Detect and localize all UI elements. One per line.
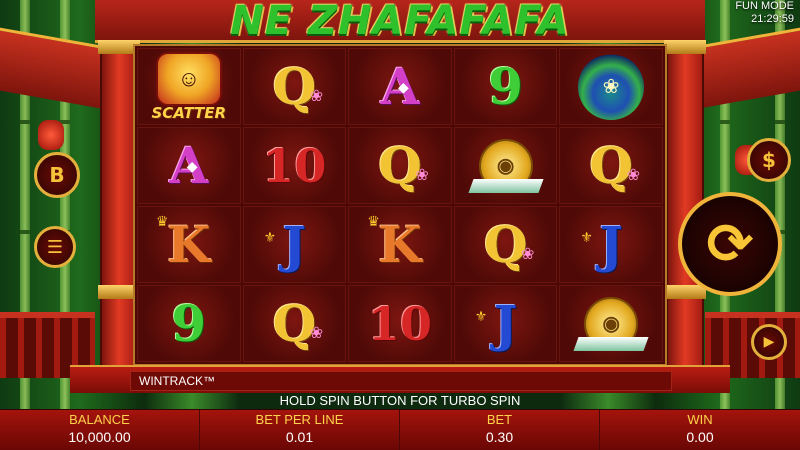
fun-mode-label: FUN MODE (735, 0, 794, 12)
spin-arrows-icon: ⟳ (706, 211, 754, 277)
game-title: NE ZHAFAFAFA (230, 0, 570, 44)
reel-cell: J ⚜ (559, 206, 663, 283)
balance-value: 10,000.00 (68, 429, 131, 445)
win-label: WIN (687, 412, 713, 427)
reel-cell: 9 (453, 48, 558, 125)
reel-cell: K ♛ (348, 206, 452, 283)
scatter-label: SCATTER (151, 103, 227, 122)
crown-icon: ♛ (156, 213, 169, 229)
wintrack-bar: WINTRACK™ (70, 365, 730, 393)
clock: 21:29:59 (751, 13, 794, 25)
symbol-j: J (493, 293, 518, 353)
reel-cell: ☺ SCATTER (137, 48, 241, 125)
wintrack-label: WINTRACK™ (139, 374, 215, 388)
reel-grid: ☺ SCATTER Q ❀ A ◆ 9 ❀ A ◆ 10 Q ❀ ◉ Q ❀ K ♛ J ⚜ K ♛ Q ❀ J ⚜ 9 Q ❀ 10 J ⚜… (133, 44, 667, 366)
win-value: 0.00 (686, 429, 714, 445)
reel-cell: 10 (242, 127, 347, 204)
status-display: FUN MODE 21:29:59 (735, 0, 794, 26)
pillar-cap (664, 285, 706, 299)
peacock-icon: ❀ (578, 53, 645, 120)
diamond-icon: ◆ (186, 158, 198, 174)
autoplay-button[interactable]: ▶ (751, 324, 787, 360)
reel-cell: Q ❀ (242, 285, 347, 362)
bet-per-line-stat[interactable]: BET PER LINE 0.01 (200, 410, 400, 450)
reel-cell: Q ❀ (559, 127, 663, 204)
symbol-10: 10 (367, 296, 432, 351)
reel-cell: A ◆ (348, 48, 452, 125)
balance-stat: BALANCE 10,000.00 (0, 410, 200, 450)
jade-base-icon (573, 337, 649, 351)
symbol-9: 9 (488, 56, 523, 116)
bottom-stats-bar: BALANCE 10,000.00 BET PER LINE 0.01 BET … (0, 409, 800, 450)
reel-cell: ◉ (559, 285, 663, 362)
bet-value: 0.30 (485, 429, 514, 445)
balance-label: BALANCE (69, 412, 130, 427)
reel-cell: Q ❀ (242, 48, 347, 125)
bet-stat[interactable]: BET 0.30 (400, 410, 600, 450)
reel-cell: J ⚜ (453, 285, 558, 362)
fleur-de-lis-icon: ⚜ (474, 308, 488, 324)
reel-cell: 10 (348, 285, 452, 362)
menu-button[interactable]: ☰ (34, 226, 76, 268)
lotus-icon: ❀ (626, 167, 640, 184)
symbol-j: J (282, 214, 307, 274)
lion-dance-icon: ☺ (155, 51, 222, 106)
turbo-spin-hint: HOLD SPIN BUTTON FOR TURBO SPIN (279, 393, 521, 408)
crown-icon: ♛ (367, 213, 380, 229)
diamond-icon: ◆ (397, 79, 409, 95)
pillar-cap (664, 40, 706, 54)
lotus-icon: ❀ (520, 246, 535, 263)
reel-cell: ❀ (559, 48, 663, 125)
jade-base-icon (468, 179, 544, 193)
lantern-icon (38, 120, 64, 150)
reel-cell: ◉ (453, 127, 558, 204)
hamburger-icon: ☰ (46, 236, 64, 258)
reel-cell: Q ❀ (453, 206, 558, 283)
fleur-de-lis-icon: ⚜ (580, 229, 593, 245)
win-stat: WIN 0.00 (600, 410, 800, 450)
reel-cell: A ◆ (137, 127, 241, 204)
bet-per-line-value: 0.01 (285, 429, 314, 445)
lotus-icon: ❀ (415, 167, 429, 184)
spin-button[interactable]: ⟳ (678, 192, 782, 296)
bet-label: BET (486, 412, 513, 427)
symbol-10: 10 (262, 138, 327, 193)
reel-cell: 9 (137, 285, 241, 362)
lotus-icon: ❀ (309, 88, 324, 105)
symbol-j: J (599, 214, 624, 274)
symbol-9: 9 (171, 293, 207, 353)
bet-per-line-label: BET PER LINE (255, 412, 344, 427)
reel-cell: Q ❀ (348, 127, 452, 204)
reel-cell: J ⚜ (242, 206, 347, 283)
symbol-k: K (167, 214, 211, 274)
wintrack-panel: WINTRACK™ (130, 371, 672, 391)
buy-bonus-button[interactable]: B (34, 152, 80, 198)
autoplay-icon: ▶ (763, 334, 775, 350)
bet-settings-button[interactable]: $ (747, 138, 791, 182)
lotus-icon: ❀ (309, 325, 324, 342)
symbol-k: K (378, 214, 422, 274)
fleur-de-lis-icon: ⚜ (263, 229, 277, 245)
reel-cell: K ♛ (137, 206, 241, 283)
